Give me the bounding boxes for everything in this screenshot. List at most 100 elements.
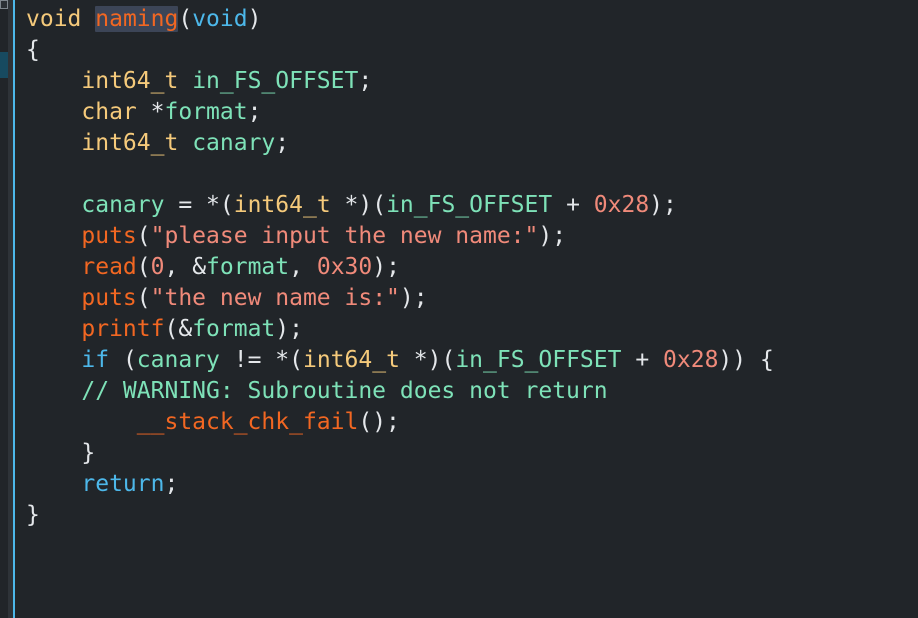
code-token-num[interactable]: 0x28 — [594, 192, 649, 218]
code-token-func[interactable]: __stack_chk_fail — [137, 409, 359, 435]
code-line[interactable]: read(0, &format, 0x30); — [16, 252, 918, 283]
code-line[interactable]: void naming(void) — [16, 4, 918, 35]
code-token-punct[interactable]: ); — [275, 316, 303, 342]
code-token-punct[interactable]: ); — [400, 285, 428, 311]
code-line[interactable]: canary = *(int64_t *)(in_FS_OFFSET + 0x2… — [16, 190, 918, 221]
code-token-punct[interactable]: } — [81, 440, 95, 466]
code-token-func[interactable]: naming — [95, 6, 179, 32]
code-line[interactable]: return; — [16, 469, 918, 500]
code-line[interactable]: puts("please input the new name:"); — [16, 221, 918, 252]
code-token-punct[interactable]: , — [289, 254, 317, 280]
code-token-punct[interactable]: )) { — [718, 347, 773, 373]
code-token-punct[interactable]: ); — [649, 192, 677, 218]
code-token-punct[interactable]: ( — [137, 223, 151, 249]
code-token-punct[interactable]: ; — [275, 130, 289, 156]
code-gutter[interactable] — [0, 0, 16, 618]
code-line[interactable]: int64_t canary; — [16, 128, 918, 159]
code-line[interactable] — [16, 159, 918, 190]
code-token-punct[interactable]: ( — [109, 347, 137, 373]
scrollbar-thumb[interactable] — [0, 0, 8, 9]
code-line[interactable]: if (canary != *(int64_t *)(in_FS_OFFSET … — [16, 345, 918, 376]
code-token-punct[interactable]: + — [552, 192, 594, 218]
code-token-num[interactable]: 0x28 — [663, 347, 718, 373]
code-token-comment[interactable]: // WARNING: Subroutine does not return — [81, 378, 607, 404]
code-token-punct[interactable] — [26, 471, 81, 497]
code-token-punct[interactable] — [26, 285, 81, 311]
code-token-punct[interactable] — [26, 254, 81, 280]
code-token-ident[interactable]: format — [206, 254, 289, 280]
code-token-punct[interactable]: = *( — [164, 192, 233, 218]
code-token-punct[interactable] — [26, 130, 81, 156]
code-line[interactable]: printf(&format); — [16, 314, 918, 345]
code-token-func[interactable]: printf — [81, 316, 164, 342]
code-token-punct[interactable]: ; — [248, 99, 262, 125]
code-token-ident[interactable]: format — [192, 316, 275, 342]
code-token-type[interactable]: int64_t — [81, 68, 178, 94]
code-token-punct[interactable]: ); — [372, 254, 400, 280]
code-token-ident[interactable]: in_FS_OFFSET — [455, 347, 621, 373]
code-token-kw[interactable]: if — [81, 347, 109, 373]
code-token-punct[interactable]: (); — [358, 409, 400, 435]
code-token-type[interactable]: int64_t — [303, 347, 400, 373]
code-token-punct[interactable] — [26, 409, 137, 435]
code-line[interactable]: // WARNING: Subroutine does not return — [16, 376, 918, 407]
code-token-num[interactable]: 0 — [151, 254, 165, 280]
code-line[interactable]: puts("the new name is:"); — [16, 283, 918, 314]
code-token-num[interactable]: 0x30 — [317, 254, 372, 280]
code-token-punct[interactable] — [81, 6, 95, 32]
code-token-punct[interactable]: ); — [538, 223, 566, 249]
code-token-punct[interactable]: ( — [137, 254, 151, 280]
code-token-punct[interactable]: + — [621, 347, 663, 373]
code-token-type[interactable]: int64_t — [81, 130, 178, 156]
code-token-type[interactable]: char — [81, 99, 136, 125]
code-token-punct[interactable]: ( — [137, 285, 151, 311]
code-token-ident[interactable]: in_FS_OFFSET — [192, 68, 358, 94]
code-token-punct[interactable]: ; — [358, 68, 372, 94]
code-token-punct[interactable]: != *( — [220, 347, 303, 373]
code-token-punct[interactable] — [26, 378, 81, 404]
code-token-punct[interactable] — [26, 440, 81, 466]
code-token-func[interactable]: puts — [81, 223, 136, 249]
code-token-punct[interactable]: ) — [248, 6, 262, 32]
code-token-ident[interactable]: format — [164, 99, 247, 125]
code-token-punct[interactable]: * — [137, 99, 165, 125]
code-line[interactable]: } — [16, 500, 918, 531]
code-token-punct[interactable]: *)( — [331, 192, 387, 218]
code-token-func[interactable]: read — [81, 254, 136, 280]
code-token-punct[interactable]: ( — [178, 6, 192, 32]
code-token-punct[interactable]: ; — [164, 471, 178, 497]
code-token-punct[interactable] — [26, 347, 81, 373]
code-line[interactable]: } — [16, 438, 918, 469]
code-token-punct[interactable] — [26, 192, 81, 218]
code-token-func[interactable]: puts — [81, 285, 136, 311]
code-token-punct[interactable] — [26, 99, 81, 125]
line-marker[interactable] — [0, 52, 8, 78]
code-token-punct[interactable]: (& — [164, 316, 192, 342]
code-editor[interactable]: void naming(void){ int64_t in_FS_OFFSET;… — [16, 0, 918, 618]
code-token-kw[interactable]: return — [81, 471, 164, 497]
code-token-punct[interactable] — [178, 130, 192, 156]
code-token-punct[interactable] — [26, 223, 81, 249]
code-token-punct[interactable]: , & — [165, 254, 207, 280]
code-token-punct[interactable] — [178, 68, 192, 94]
code-token-punct[interactable] — [26, 316, 81, 342]
code-line[interactable]: char *format; — [16, 97, 918, 128]
code-line[interactable]: { — [16, 35, 918, 66]
code-token-type[interactable]: int64_t — [234, 192, 331, 218]
code-token-kw[interactable]: void — [192, 6, 247, 32]
code-token-punct[interactable] — [26, 68, 81, 94]
caret-line-indicator — [13, 0, 15, 618]
code-token-punct[interactable]: *)( — [400, 347, 456, 373]
code-token-str[interactable]: "the new name is:" — [151, 285, 400, 311]
code-token-ident[interactable]: canary — [137, 347, 220, 373]
code-token-ident[interactable]: canary — [192, 130, 275, 156]
decompiler-code-view: void naming(void){ int64_t in_FS_OFFSET;… — [0, 0, 918, 618]
code-token-str[interactable]: "please input the new name:" — [151, 223, 539, 249]
code-token-ident[interactable]: canary — [81, 192, 164, 218]
code-token-type[interactable]: void — [26, 6, 81, 32]
code-token-punct[interactable]: } — [26, 502, 40, 528]
code-line[interactable]: __stack_chk_fail(); — [16, 407, 918, 438]
code-token-ident[interactable]: in_FS_OFFSET — [386, 192, 552, 218]
code-token-punct[interactable]: { — [26, 37, 40, 63]
code-line[interactable]: int64_t in_FS_OFFSET; — [16, 66, 918, 97]
